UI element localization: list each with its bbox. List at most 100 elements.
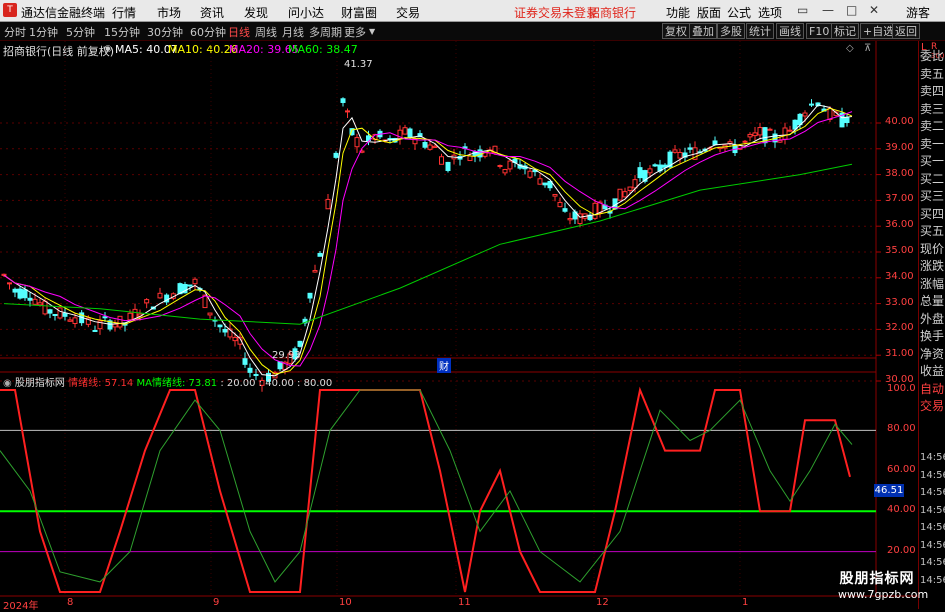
f10-button[interactable]: F10: [806, 23, 833, 39]
indicator-name[interactable]: 股朋指标网: [15, 378, 65, 389]
menu-jiaoyi[interactable]: 交易: [396, 4, 420, 21]
candle-body: [552, 193, 558, 197]
app-title: 通达信金融终端: [21, 6, 106, 20]
menu-bar: T 通达信金融终端 行情 市场 资讯 发现 问小达 财富圈 交易 证券交易未登录…: [0, 0, 945, 22]
period-60min[interactable]: 60分钟: [190, 24, 226, 40]
candle-body: [652, 164, 658, 167]
panel-item-1[interactable]: 卖五: [920, 67, 945, 81]
menu-hangqing[interactable]: 行情: [112, 4, 136, 21]
candle-body: [742, 140, 748, 143]
close-icon[interactable]: ✕: [869, 3, 879, 17]
date-tick: 11: [458, 597, 471, 608]
low-price-label: 29.93: [272, 350, 301, 361]
more-dropdown-icon[interactable]: ▼: [369, 27, 375, 36]
period-daily[interactable]: 日线: [228, 24, 250, 40]
maximize-icon[interactable]: □: [846, 3, 857, 17]
indicator-tick: 40.00: [887, 504, 916, 516]
panel-item-0[interactable]: 委比: [920, 49, 945, 63]
period-30min[interactable]: 30分钟: [147, 24, 183, 40]
panel-item-8[interactable]: 买三: [920, 189, 945, 203]
panel-item-14[interactable]: 总量: [920, 294, 945, 308]
candle-body: [42, 300, 48, 315]
candle-body: [144, 299, 150, 304]
panel-item-12[interactable]: 涨跌: [920, 259, 945, 273]
candle-body: [157, 292, 163, 299]
duogu-button[interactable]: 多股: [717, 23, 745, 39]
menu-zixun[interactable]: 资讯: [200, 4, 224, 21]
menu-faxian[interactable]: 发现: [244, 4, 268, 21]
period-5min[interactable]: 5分钟: [66, 24, 95, 40]
indicator-settings-icon[interactable]: ◉: [3, 378, 12, 389]
menu-caifuquan[interactable]: 财富圈: [341, 4, 377, 21]
candle-body: [127, 312, 133, 321]
panel-item-16[interactable]: 换手: [920, 329, 945, 343]
candle-body: [592, 202, 598, 219]
panel-item-4[interactable]: 卖二: [920, 119, 945, 133]
guest-label[interactable]: 游客: [906, 4, 930, 21]
candle-body: [439, 156, 444, 165]
candle-body: [57, 307, 63, 319]
candle-body: [809, 103, 814, 106]
panel-item-13[interactable]: 涨幅: [920, 277, 945, 291]
fuquan-button[interactable]: 复权: [662, 23, 690, 39]
back-button[interactable]: 返回: [892, 23, 920, 39]
candle-body: [340, 98, 346, 103]
candle-body: [677, 152, 683, 159]
panel-item-15[interactable]: 外盘: [920, 312, 945, 326]
period-1min[interactable]: 1分钟: [29, 24, 58, 40]
panel-item-6[interactable]: 买一: [920, 154, 945, 168]
period-more[interactable]: 更多: [344, 24, 366, 40]
candle-body: [712, 140, 718, 146]
indicator-tick: 20.00: [887, 544, 916, 556]
huaxian-button[interactable]: 画线: [776, 23, 804, 39]
period-multi[interactable]: 多周期: [309, 24, 342, 40]
period-monthly[interactable]: 月线: [282, 24, 304, 40]
candle-body: [477, 149, 483, 158]
period-15min[interactable]: 15分钟: [104, 24, 140, 40]
menu-gongshi[interactable]: 公式: [727, 4, 751, 21]
menu-shichang[interactable]: 市场: [157, 4, 181, 21]
price-tick: 33.00: [885, 296, 914, 308]
diejia-button[interactable]: 叠加: [689, 23, 717, 39]
candle-body: [277, 361, 283, 370]
panel-item-20[interactable]: 交易: [920, 399, 945, 413]
panel-item-10[interactable]: 买五: [920, 224, 945, 238]
price-tick: 40.00: [885, 116, 914, 127]
panel-item-7[interactable]: 买二: [920, 172, 945, 186]
candle-body: [297, 340, 303, 347]
candle-body: [617, 188, 623, 201]
candle-body: [62, 312, 68, 317]
panel-item-18[interactable]: 收益: [920, 364, 945, 378]
period-fenshi[interactable]: 分时: [4, 24, 26, 40]
candle-body: [325, 198, 331, 210]
watermark-line1: 股朋指标网: [839, 571, 915, 587]
candle-body: [345, 110, 350, 113]
panel-item-17[interactable]: 净资: [920, 347, 945, 361]
minimize-icon[interactable]: —: [822, 3, 834, 17]
candle-body: [844, 117, 850, 124]
panel-time-7: 14:56: [920, 574, 945, 586]
broker-label[interactable]: 招商银行: [588, 4, 636, 21]
indicator-tick: 80.00: [887, 423, 916, 435]
menu-wenxiaoda[interactable]: 问小达: [288, 4, 324, 21]
biaoji-button[interactable]: 标记: [831, 23, 859, 39]
candle-body: [232, 336, 238, 342]
panel-item-19[interactable]: 自动: [920, 382, 945, 396]
menu-xuanxiang[interactable]: 选项: [758, 4, 782, 21]
finance-marker[interactable]: 财: [437, 358, 451, 373]
watermark-line2: www.7gpzb.com: [838, 588, 929, 601]
panel-item-3[interactable]: 卖三: [920, 102, 945, 116]
period-weekly[interactable]: 周线: [255, 24, 277, 40]
panel-time-0: 14:56: [920, 452, 945, 463]
panel-item-11[interactable]: 现价: [920, 242, 945, 256]
panel-item-2[interactable]: 卖四: [920, 84, 945, 98]
menu-gongneng[interactable]: 功能: [666, 4, 690, 21]
panel-item-9[interactable]: 买四: [920, 207, 945, 221]
panel-item-5[interactable]: 卖一: [920, 137, 945, 151]
message-icon[interactable]: ▭: [797, 3, 808, 17]
menu-banmian[interactable]: 版面: [697, 4, 721, 21]
candle-body: [627, 186, 633, 191]
trade-login-notice[interactable]: 证券交易未登录: [514, 4, 598, 21]
candle-body: [217, 324, 223, 328]
tongji-button[interactable]: 统计: [746, 23, 774, 39]
